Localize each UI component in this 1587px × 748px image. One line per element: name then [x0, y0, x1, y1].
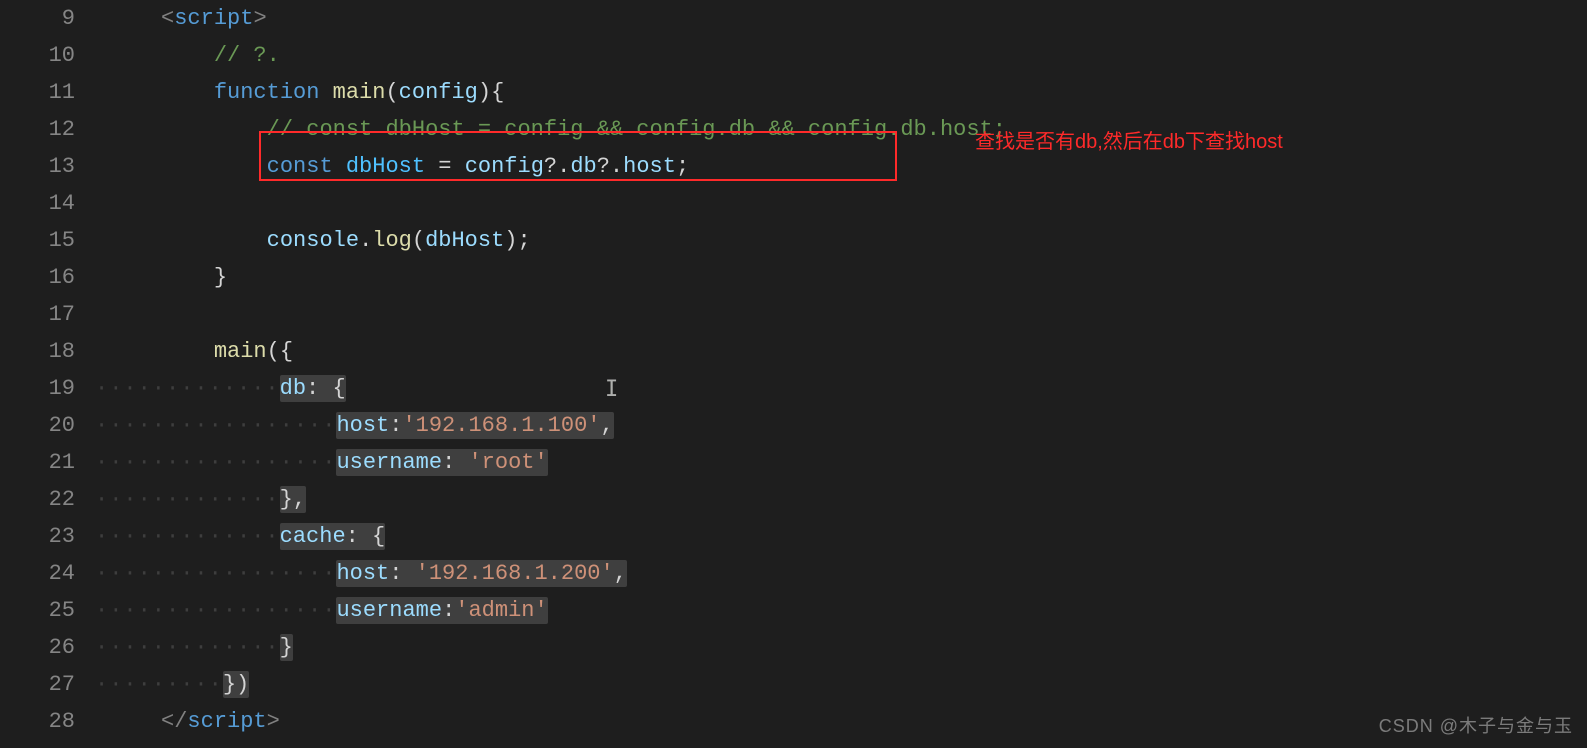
line-number: 11	[0, 74, 95, 111]
line-number: 16	[0, 259, 95, 296]
object-key: cache	[280, 524, 346, 549]
tag-open: </	[161, 709, 187, 734]
object-key: host	[336, 561, 389, 586]
sep: :	[389, 413, 402, 438]
code-line[interactable]: ·············},	[95, 481, 1587, 518]
brace: }	[214, 265, 227, 290]
comma: ,	[614, 561, 627, 586]
line-number: 12	[0, 111, 95, 148]
paren: );	[504, 228, 530, 253]
line-number-gutter: 910111213141516171819202122232425262728	[0, 0, 95, 748]
brace: {	[491, 80, 504, 105]
code-line[interactable]: function main(config){	[95, 74, 1587, 111]
line-number: 14	[0, 185, 95, 222]
code-line[interactable]	[95, 296, 1587, 333]
sep: : {	[306, 376, 346, 401]
object-key: host	[336, 413, 389, 438]
code-line[interactable]: ·············cache: {	[95, 518, 1587, 555]
code-line[interactable]: ·················username:'admin'	[95, 592, 1587, 629]
line-number: 24	[0, 555, 95, 592]
string: '192.168.1.200'	[416, 561, 614, 586]
function-name: main	[333, 80, 386, 105]
tag-name: script	[174, 6, 253, 31]
line-number: 17	[0, 296, 95, 333]
code-line[interactable]: ·················username: 'root'	[95, 444, 1587, 481]
line-number: 21	[0, 444, 95, 481]
code-line[interactable]: // const dbHost = config && config.db &&…	[95, 111, 1587, 148]
open: ({	[267, 339, 293, 364]
code-line[interactable]: ·················host:'192.168.1.100',	[95, 407, 1587, 444]
punctuation: (	[385, 80, 398, 105]
line-number: 10	[0, 37, 95, 74]
line-number: 19	[0, 370, 95, 407]
code-line[interactable]: </script>	[95, 703, 1587, 740]
watermark: CSDN @木子与金与玉	[1379, 712, 1573, 738]
tag-close: >	[267, 709, 280, 734]
object: console	[267, 228, 359, 253]
code-editor[interactable]: 910111213141516171819202122232425262728 …	[0, 0, 1587, 748]
close: })	[223, 672, 249, 697]
tag-name: script	[187, 709, 266, 734]
line-number: 28	[0, 703, 95, 740]
comment: // ?.	[214, 43, 280, 68]
code-line[interactable]: main({	[95, 333, 1587, 370]
keyword: const	[267, 154, 333, 179]
code-line[interactable]: }	[95, 259, 1587, 296]
sep: : {	[346, 524, 386, 549]
property: host	[623, 154, 676, 179]
code-line[interactable]: ·········})	[95, 666, 1587, 703]
function-call: main	[214, 339, 267, 364]
string: 'admin'	[455, 598, 547, 623]
variable: dbHost	[346, 154, 425, 179]
argument: dbHost	[425, 228, 504, 253]
code-line[interactable]	[95, 185, 1587, 222]
comment: // const dbHost = config && config.db &&…	[267, 117, 1006, 142]
code-line[interactable]: console.log(dbHost);	[95, 222, 1587, 259]
line-number: 25	[0, 592, 95, 629]
optional-chain: ?.	[597, 154, 623, 179]
close: },	[280, 487, 306, 512]
sep: :	[442, 450, 468, 475]
code-line[interactable]: ·················host: '192.168.1.200',	[95, 555, 1587, 592]
punctuation: )	[478, 80, 491, 105]
operator: =	[425, 154, 465, 179]
semicolon: ;	[676, 154, 689, 179]
parameter: config	[399, 80, 478, 105]
code-line[interactable]: const dbHost = config?.db?.host;	[95, 148, 1587, 185]
method: log	[372, 228, 412, 253]
code-line[interactable]: ·············db: {	[95, 370, 1587, 407]
code-line[interactable]: ·············}	[95, 629, 1587, 666]
identifier: config	[465, 154, 544, 179]
line-number: 15	[0, 222, 95, 259]
annotation-text: 查找是否有db,然后在db下查找host	[975, 125, 1283, 154]
tag-close: >	[253, 6, 266, 31]
code-area[interactable]: <script> // ?. function main(config){ //…	[95, 0, 1587, 748]
optional-chain: ?.	[544, 154, 570, 179]
sep: :	[389, 561, 415, 586]
object-key: username	[336, 598, 442, 623]
line-number: 23	[0, 518, 95, 555]
line-number: 22	[0, 481, 95, 518]
close: }	[280, 635, 293, 660]
sep: :	[442, 598, 455, 623]
object-key: username	[336, 450, 442, 475]
object-key: db	[280, 376, 306, 401]
tag-open: <	[161, 6, 174, 31]
line-number: 26	[0, 629, 95, 666]
line-number: 9	[0, 0, 95, 37]
paren: (	[412, 228, 425, 253]
string: '192.168.1.100'	[402, 413, 600, 438]
keyword: function	[214, 80, 320, 105]
line-number: 27	[0, 666, 95, 703]
code-line[interactable]: // ?.	[95, 37, 1587, 74]
code-line[interactable]: <script>	[95, 0, 1587, 37]
comma: ,	[601, 413, 614, 438]
line-number: 18	[0, 333, 95, 370]
property: db	[570, 154, 596, 179]
string: 'root'	[468, 450, 547, 475]
dot: .	[359, 228, 372, 253]
line-number: 20	[0, 407, 95, 444]
line-number: 13	[0, 148, 95, 185]
